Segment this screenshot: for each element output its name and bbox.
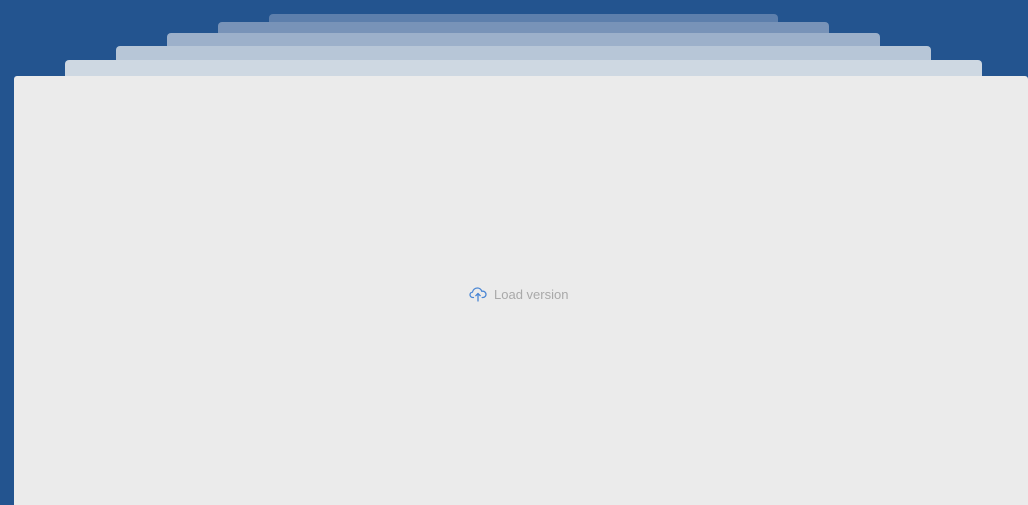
load-version-label: Load version [494, 286, 569, 302]
version-preview-panel: Load version [14, 76, 1028, 505]
cloud-upload-icon [469, 286, 487, 302]
load-version-button[interactable]: Load version [469, 283, 568, 305]
